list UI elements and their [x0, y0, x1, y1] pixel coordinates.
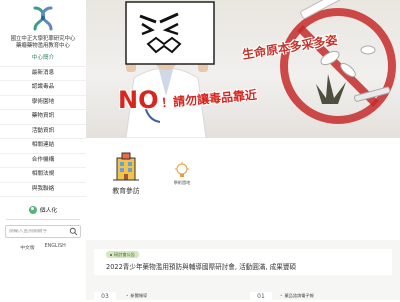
language-switch: 中文版 ENGLISH — [0, 244, 86, 251]
nav-item-regulations[interactable]: 相關法規 — [0, 168, 86, 183]
lightbulb-icon — [175, 162, 189, 177]
nav-item-drug-info[interactable]: 藥物資訊 — [0, 110, 86, 125]
news-title-link[interactable]: 2022青少年藥物濫用預防與輔導國際研討會, 活動圓滿, 成果豐碩 — [106, 261, 296, 271]
category-link-news[interactable]: 新聞報導 — [126, 293, 147, 299]
hero-banner[interactable]: 生命原本多采多姿 NO ！請勿讓毒品靠近 — [86, 0, 400, 138]
lang-chinese-link[interactable]: 中文版 — [20, 244, 34, 251]
quick-link-label: 學術園地 — [173, 180, 191, 185]
tag-dot-icon — [110, 254, 112, 256]
nav-item-academic[interactable]: 學術園地 — [0, 96, 86, 110]
category-link-newsletter[interactable]: 藥品諮詢電子報 — [280, 293, 313, 299]
date-day: 01 — [257, 293, 265, 300]
date-day: 03 — [101, 293, 109, 300]
search-input[interactable] — [6, 229, 67, 234]
org-name-line2: 藥癮藥物濫用教育中心 — [16, 43, 70, 49]
org-name-line1: 國立中正大學犯罪研究中心 — [10, 36, 76, 42]
organization-name: 國立中正大學犯罪研究中心 藥癮藥物濫用教育中心 — [2, 36, 84, 50]
search-box — [5, 225, 81, 238]
nav-item-about[interactable]: 中心簡介 — [0, 52, 86, 67]
quick-link-label: 教育參訪 — [112, 187, 140, 195]
nav-item-events[interactable]: 活動資訊 — [0, 125, 86, 139]
login-button[interactable]: 個人化 — [6, 203, 80, 216]
quick-links: 教育參訪 學術園地 — [86, 138, 400, 240]
news-card[interactable]: 研討會公告 2022青少年藥物濫用預防與輔導國際研討會, 活動圓滿, 成果豐碩 — [94, 249, 392, 275]
news-section: 研討會公告 2022青少年藥物濫用預防與輔導國際研討會, 活動圓滿, 成果豐碩 … — [86, 240, 400, 302]
login-label: 個人化 — [39, 208, 58, 214]
date-box: 03 — [94, 292, 116, 302]
nav-item-links[interactable]: 相關連結 — [0, 139, 86, 154]
lang-english-link[interactable]: ENGLISH — [45, 244, 66, 251]
hero-no-text: NO — [118, 86, 159, 114]
user-icon — [28, 205, 37, 214]
nav-item-partners[interactable]: 合作機構 — [0, 154, 86, 168]
search-icon[interactable] — [69, 227, 78, 236]
date-box: 01 — [250, 292, 272, 302]
hero-illustration — [125, 0, 396, 138]
building-icon — [113, 152, 139, 181]
nav-item-drugs[interactable]: 認識毒品 — [0, 81, 86, 96]
news-tag: 研討會公告 — [106, 251, 139, 258]
main-nav: 中心簡介 最新消息 認識毒品 學術園地 藥物資訊 活動資訊 相關連結 合作機構 … — [0, 52, 86, 197]
divider — [6, 219, 80, 220]
news-tag-label: 研討會公告 — [114, 252, 135, 257]
quick-link-education-visit[interactable]: 教育參訪 — [106, 152, 146, 195]
nav-item-news[interactable]: 最新消息 — [0, 67, 86, 81]
center-logo-icon[interactable] — [31, 5, 55, 31]
nav-item-contact[interactable]: 與我聯絡 — [0, 183, 86, 197]
quick-link-academic[interactable]: 學術園地 — [168, 162, 196, 186]
sidebar: 國立中正大學犯罪研究中心 藥癮藥物濫用教育中心 中心簡介 最新消息 認識毒品 學… — [0, 0, 87, 300]
